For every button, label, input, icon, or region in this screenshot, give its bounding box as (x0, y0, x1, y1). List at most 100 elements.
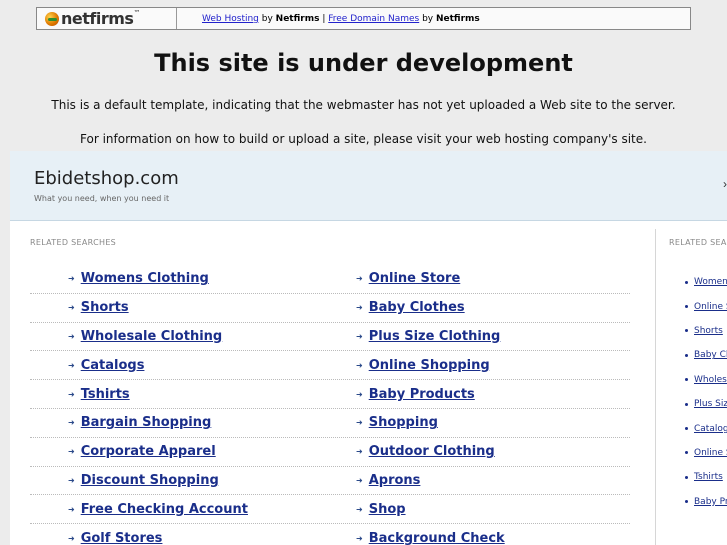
side-related-link[interactable]: Baby Products (694, 497, 727, 507)
netfirms-logo[interactable]: netfirms™ (37, 8, 177, 29)
arrow-right-icon: ➜ (356, 389, 363, 399)
related-search-link[interactable]: Online Shopping (369, 358, 490, 373)
bullet-icon (685, 378, 688, 382)
page-title: This site is under development (154, 49, 573, 77)
list-item: ➜ Baby Products (318, 380, 606, 408)
side-related-link[interactable]: Online Store (694, 302, 727, 312)
side-related-link[interactable]: Baby Clothes (694, 350, 727, 360)
arrow-right-icon: ➜ (356, 360, 363, 370)
dev-message-1: This is a default template, indicating t… (51, 98, 676, 112)
related-search-link[interactable]: Online Store (369, 271, 461, 286)
related-search-link[interactable]: Bargain Shopping (81, 415, 212, 430)
side-related-link[interactable]: Shorts (694, 326, 723, 336)
list-item: ➜ Womens Clothing (30, 265, 318, 293)
related-searches-label: RELATED SEARCHES (30, 238, 117, 247)
arrow-right-icon: ➜ (356, 274, 363, 284)
panel-header: Ebidetshop.com What you need, when you n… (10, 151, 727, 221)
web-hosting-link[interactable]: Web Hosting (202, 14, 259, 24)
arrow-right-icon: ➜ (68, 534, 75, 544)
side-list-item: Baby Products (685, 490, 727, 514)
arrow-right-icon: ➜ (356, 534, 363, 544)
bullet-icon (685, 402, 688, 406)
side-list-item: Wholesale Clothing (685, 368, 727, 392)
related-search-link[interactable]: Baby Products (369, 387, 475, 402)
dev-message-2: For information on how to build or uploa… (80, 132, 647, 146)
bullet-icon (685, 475, 688, 479)
list-row: ➜ Bargain Shopping ➜ Shopping (30, 409, 630, 438)
related-search-link[interactable]: Wholesale Clothing (81, 329, 223, 344)
related-search-link[interactable]: Tshirts (81, 387, 130, 402)
arrow-right-icon: ➜ (356, 331, 363, 341)
bullet-icon (685, 280, 688, 284)
arrow-right-icon: ➜ (68, 274, 75, 284)
arrow-right-icon: ➜ (68, 418, 75, 428)
side-related-link[interactable]: Plus Size Clothing (694, 399, 727, 409)
related-search-link[interactable]: Aprons (369, 473, 421, 488)
side-list-item: Shorts (685, 319, 727, 343)
related-search-link[interactable]: Womens Clothing (81, 271, 209, 286)
chevron-right-icon: › (723, 177, 727, 191)
related-searches-list: ➜ Womens Clothing ➜ Online Store ➜ Shorts ➜ Bab… (30, 265, 630, 545)
bullet-icon (685, 305, 688, 309)
related-search-link[interactable]: Free Checking Account (81, 502, 248, 517)
list-row: ➜ Wholesale Clothing ➜ Plus Size Clothing (30, 323, 630, 352)
list-item: ➜ Free Checking Account (30, 495, 318, 523)
list-row: ➜ Catalogs ➜ Online Shopping (30, 351, 630, 381)
list-item: ➜ Shopping (318, 409, 606, 437)
side-related-link[interactable]: Catalogs (694, 424, 727, 434)
list-item: ➜ Aprons (318, 467, 606, 495)
side-related-link[interactable]: Womens Clothing (694, 277, 727, 287)
arrow-right-icon: ➜ (68, 360, 75, 370)
netfirms-brand: netfirms™ (61, 9, 140, 28)
related-search-link[interactable]: Golf Stores (81, 531, 163, 545)
bullet-icon (685, 329, 688, 333)
arrow-right-icon: ➜ (68, 475, 75, 485)
list-row: ➜ Free Checking Account ➜ Shop (30, 495, 630, 525)
arrow-right-icon: ➜ (68, 303, 75, 313)
side-list-item: Baby Clothes (685, 343, 727, 367)
related-search-link[interactable]: Corporate Apparel (81, 444, 216, 459)
list-item: ➜ Catalogs (30, 351, 318, 379)
related-search-link[interactable]: Baby Clothes (369, 300, 465, 315)
list-item: ➜ Bargain Shopping (30, 409, 318, 437)
site-name[interactable]: Ebidetshop.com (34, 168, 179, 189)
netfirms-bar: netfirms™ Web Hosting by Netfirms | Free… (36, 7, 691, 30)
arrow-right-icon: ➜ (68, 331, 75, 341)
list-item: ➜ Wholesale Clothing (30, 323, 318, 351)
side-related-link[interactable]: Online Shopping (694, 448, 727, 458)
arrow-right-icon: ➜ (356, 447, 363, 457)
parked-domain-panel: Ebidetshop.com What you need, when you n… (10, 151, 727, 545)
globe-icon (45, 11, 59, 26)
arrow-right-icon: ➜ (356, 303, 363, 313)
side-list-item: Online Shopping (685, 441, 727, 465)
list-item: ➜ Online Store (318, 265, 606, 293)
list-row: ➜ Shorts ➜ Baby Clothes (30, 294, 630, 323)
arrow-right-icon: ➜ (356, 418, 363, 428)
related-search-link[interactable]: Catalogs (81, 358, 145, 373)
arrow-right-icon: ➜ (68, 447, 75, 457)
free-domain-names-link[interactable]: Free Domain Names (328, 14, 419, 24)
list-item: ➜ Discount Shopping (30, 467, 318, 495)
bullet-icon (685, 427, 688, 431)
list-item: ➜ Plus Size Clothing (318, 323, 606, 351)
related-search-link[interactable]: Shopping (369, 415, 438, 430)
list-item: ➜ Corporate Apparel (30, 438, 318, 466)
list-row: ➜ Corporate Apparel ➜ Outdoor Clothing (30, 438, 630, 467)
side-related-link[interactable]: Wholesale Clothing (694, 375, 727, 385)
side-related-link[interactable]: Tshirts (694, 472, 723, 482)
related-search-link[interactable]: Plus Size Clothing (369, 329, 501, 344)
list-item: ➜ Background Check (318, 524, 606, 545)
related-search-link[interactable]: Shorts (81, 300, 129, 315)
related-search-link[interactable]: Background Check (369, 531, 505, 545)
arrow-right-icon: ➜ (356, 475, 363, 485)
related-search-link[interactable]: Discount Shopping (81, 473, 219, 488)
side-list-item: Catalogs (685, 416, 727, 440)
list-row: ➜ Golf Stores ➜ Background Check (30, 524, 630, 545)
list-row: ➜ Womens Clothing ➜ Online Store (30, 265, 630, 294)
related-search-link[interactable]: Shop (369, 502, 406, 517)
side-list-item: Womens Clothing (685, 270, 727, 294)
side-list-item: Plus Size Clothing (685, 392, 727, 416)
arrow-right-icon: ➜ (68, 504, 75, 514)
related-search-link[interactable]: Outdoor Clothing (369, 444, 495, 459)
arrow-right-icon: ➜ (356, 504, 363, 514)
